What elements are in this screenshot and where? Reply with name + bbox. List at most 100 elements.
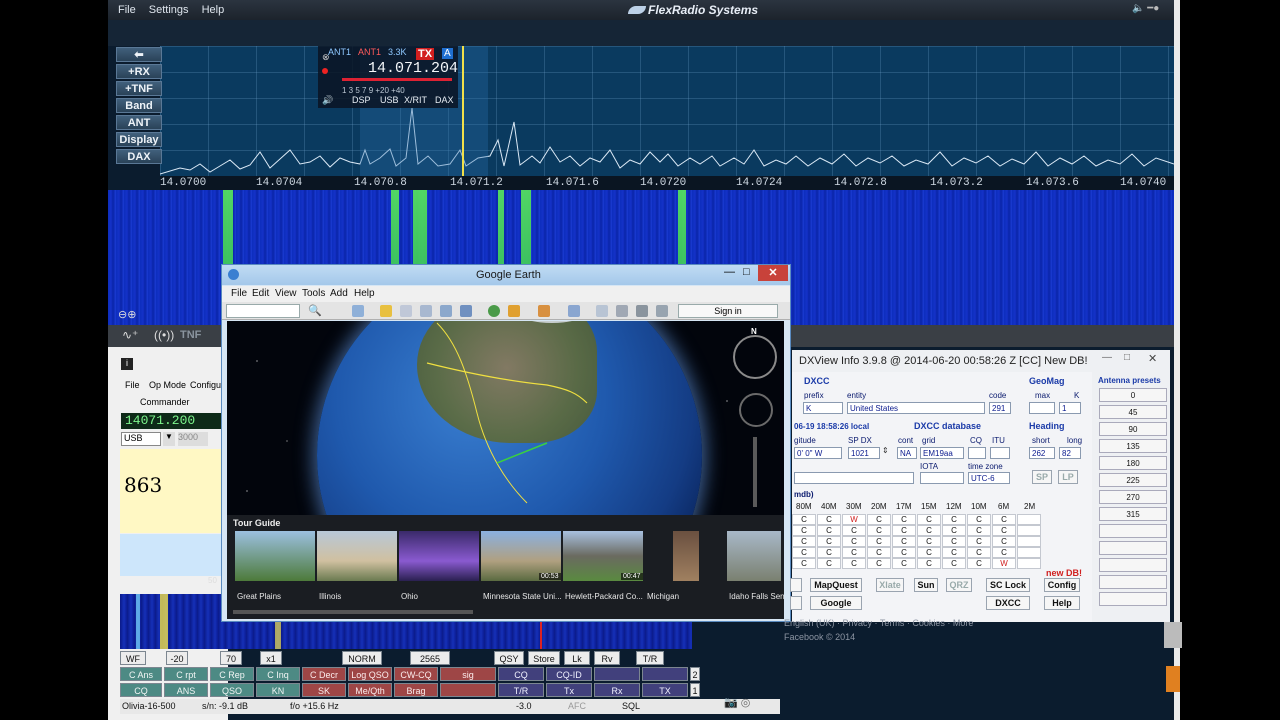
help-button[interactable]: Help [1044,596,1080,610]
macro-button[interactable]: C Decr [302,667,346,681]
antenna-preset-button[interactable]: 0 [1099,388,1167,402]
placemark-icon[interactable] [380,305,392,317]
antenna-preset-button[interactable]: 135 [1099,439,1167,453]
iota-field[interactable] [920,472,964,484]
overlay-icon[interactable] [440,305,452,317]
antenna-preset-button[interactable]: 315 [1099,507,1167,521]
mapquest-button[interactable]: MapQuest [810,578,862,592]
macro-button[interactable]: KN [256,683,300,697]
close-icon[interactable]: ✕ [1148,352,1157,365]
earth-menu-view[interactable]: View [275,288,297,299]
maximize-icon[interactable]: □ [1124,352,1130,363]
search-input[interactable] [226,304,300,318]
planets-icon[interactable] [538,305,550,317]
heading-short-field[interactable]: 262 [1029,447,1055,459]
macro-button[interactable]: QSO [210,683,254,697]
facebook-links[interactable]: English (UK) · Privacy · Terms · Cookies… [784,618,1084,628]
sunlight-icon[interactable] [508,305,520,317]
status-mode[interactable]: Olivia-16-500 [122,701,176,711]
sign-in-button[interactable]: Sign in [678,304,778,318]
macro-button[interactable]: sig [440,667,496,681]
earth-3d-view[interactable]: N [227,321,784,515]
itu-field[interactable] [990,447,1010,459]
polygon-icon[interactable] [400,305,412,317]
left-edge-button[interactable] [790,596,802,610]
tour-thumbnail[interactable] [317,531,397,581]
antenna-preset-button[interactable] [1099,592,1167,606]
macro-button[interactable]: C rpt [164,667,208,681]
left-edge-button[interactable] [790,578,802,592]
tour-thumbnail[interactable] [727,531,781,581]
macro-button[interactable]: Rx [594,683,640,697]
entity-field[interactable]: United States [847,402,985,414]
sidebar-icon[interactable] [352,305,364,317]
store-button[interactable]: Store [528,651,560,665]
ruler-icon[interactable] [568,305,580,317]
antenna-preset-button[interactable]: 90 [1099,422,1167,436]
macro-button[interactable]: SK [302,683,346,697]
maps-icon[interactable] [656,305,668,317]
camera-icon[interactable]: 📷 ◎ [724,696,750,709]
sc-lock-button[interactable]: SC Lock [986,578,1030,592]
macro-button[interactable]: CW-CQ [394,667,438,681]
macro-button[interactable]: CQ-ID [546,667,592,681]
antenna-preset-button[interactable]: 45 [1099,405,1167,419]
geomag-k-field[interactable]: 1 [1059,402,1081,414]
google-button[interactable]: Google [810,596,862,610]
macro-button[interactable]: Log QSO [348,667,392,681]
macro-button[interactable]: Me/Qth [348,683,392,697]
earth-menu-help[interactable]: Help [354,288,375,299]
tour-thumbnail[interactable] [673,531,699,581]
sp-button[interactable]: SP [1032,470,1052,484]
macro-button[interactable] [440,683,496,697]
wf-low-value[interactable]: -20 [166,651,188,665]
navigation-controls[interactable]: N [731,327,779,507]
volume-icon[interactable]: 🔈 ━● [1132,3,1172,17]
email-icon[interactable] [596,305,608,317]
code-field[interactable]: 291 [989,402,1011,414]
earth-menu-add[interactable]: Add [330,288,348,299]
reverse-button[interactable]: Rv [594,651,620,665]
sun-button[interactable]: Sun [914,578,938,592]
prefix-field[interactable]: K [803,402,843,414]
lock-button[interactable]: Lk [564,651,590,665]
path-icon[interactable] [420,305,432,317]
config-button[interactable]: Config [1044,578,1080,592]
tr-button[interactable]: T/R [636,651,664,665]
tour-icon[interactable] [460,305,472,317]
earth-menu-edit[interactable]: Edit [252,288,269,299]
tour-caption[interactable]: Minnesota State Uni... [483,592,562,601]
macro-button[interactable]: Brag [394,683,438,697]
antenna-preset-button[interactable] [1099,575,1167,589]
tour-thumbnail[interactable] [399,531,479,581]
earth-menu-file[interactable]: File [231,288,247,299]
antenna-preset-button[interactable]: 225 [1099,473,1167,487]
cq-field[interactable] [968,447,986,459]
tour-thumbnail[interactable] [235,531,315,581]
timezone-field[interactable]: UTC-6 [968,472,1010,484]
antenna-preset-button[interactable]: 180 [1099,456,1167,470]
macro-bank-indicator[interactable]: 2 [690,667,700,681]
macro-button[interactable]: CQ [120,683,162,697]
minimize-icon[interactable]: — [724,266,735,278]
grid-field[interactable]: EM19aa [920,447,964,459]
search-icon[interactable]: 🔍 [308,304,322,317]
wf-speed-button[interactable]: NORM [342,651,382,665]
antenna-preset-button[interactable] [1099,558,1167,572]
close-icon[interactable]: ✕ [758,265,788,281]
google-earth-titlebar[interactable]: Google Earth — □ ✕ [222,265,790,285]
heading-long-field[interactable]: 82 [1059,447,1081,459]
wf-button[interactable]: WF [120,651,146,665]
longitude-field[interactable]: 0' 0" W [794,447,842,459]
zoom-slider[interactable] [753,437,757,507]
spdx-field[interactable]: 1021 [848,447,880,459]
xlate-button[interactable]: Xlate [876,578,904,592]
macro-button[interactable]: CQ [498,667,544,681]
earth-menu-tools[interactable]: Tools [302,288,325,299]
antenna-preset-button[interactable] [1099,524,1167,538]
tour-caption[interactable]: Great Plains [237,592,281,601]
lp-button[interactable]: LP [1058,470,1078,484]
macro-button[interactable]: C Rep [210,667,254,681]
move-joystick[interactable] [739,393,773,427]
tour-guide-heading[interactable]: Tour Guide [233,518,280,528]
